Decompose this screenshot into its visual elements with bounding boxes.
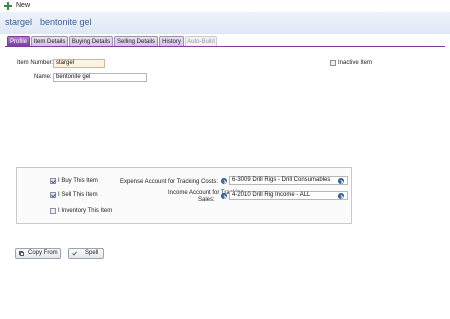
- new-item-plus-icon: [4, 2, 12, 10]
- item-number-label: Item Number:: [17, 60, 54, 66]
- inactive-item-label: Inactive Item: [338, 60, 373, 66]
- expense-account-arrow-icon[interactable]: [221, 178, 227, 184]
- income-account-label-2: Sales:: [198, 197, 215, 203]
- window-title: New: [16, 2, 31, 9]
- inactive-item-checkbox[interactable]: [330, 60, 336, 66]
- header-item-name: bentonite gel: [40, 17, 92, 27]
- expense-account-search-icon[interactable]: [338, 178, 344, 184]
- tab-profile[interactable]: Profile: [7, 36, 30, 46]
- tab-auto-build: Auto-Build: [185, 36, 217, 46]
- i-inventory-label: I Inventory This Item: [58, 208, 113, 214]
- spell-label: Spell: [85, 250, 99, 256]
- copy-from-button[interactable]: Copy From: [15, 248, 61, 259]
- name-label: Name:: [34, 74, 52, 80]
- header-item-code: stargel: [5, 17, 33, 27]
- i-sell-label: I Sell This Item: [58, 192, 98, 198]
- name-field[interactable]: bentonite gel: [53, 73, 147, 82]
- title-bar: [0, 0, 450, 12]
- copy-from-label: Copy From: [28, 250, 58, 256]
- income-account-arrow-icon[interactable]: [221, 193, 227, 199]
- i-sell-checkbox[interactable]: [50, 192, 56, 198]
- spell-check-icon: [72, 251, 77, 256]
- tab-history[interactable]: History: [159, 36, 184, 46]
- i-buy-checkbox[interactable]: [50, 178, 56, 184]
- i-buy-label: I Buy This Item: [58, 178, 98, 184]
- tab-buying-details[interactable]: Buying Details: [69, 36, 113, 46]
- i-inventory-checkbox[interactable]: [50, 208, 56, 214]
- income-account-field[interactable]: 4-2010 Drill Rig Income - ALL: [229, 191, 348, 200]
- item-number-field[interactable]: stargel: [53, 59, 105, 68]
- tab-divider: [5, 46, 445, 47]
- expense-account-field[interactable]: 6-3009 Drill Rigs - Drill Consumables: [229, 176, 348, 185]
- tab-selling-details[interactable]: Selling Details: [114, 36, 158, 46]
- expense-account-label: Expense Account for Tracking Costs:: [120, 179, 219, 185]
- copy-icon: [19, 251, 24, 256]
- tab-item-details[interactable]: Item Details: [31, 36, 68, 46]
- spell-button[interactable]: Spell: [68, 248, 104, 259]
- income-account-search-icon[interactable]: [338, 193, 344, 199]
